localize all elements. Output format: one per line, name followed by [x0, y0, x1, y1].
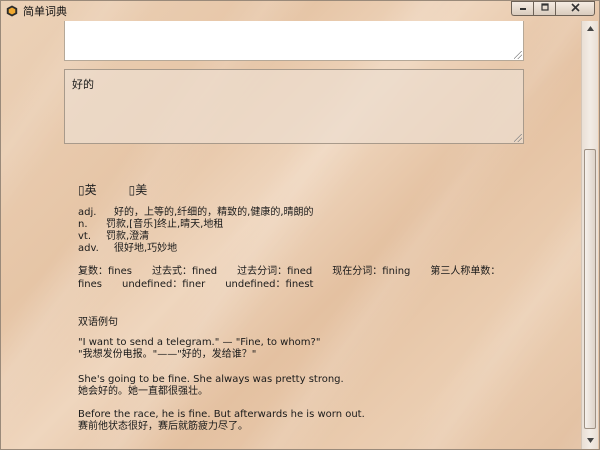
close-button[interactable] [555, 1, 595, 16]
app-window: 简单词典 好的 ▯英 ▯美 adj. 好的，上等的,纤细的，精致的,健康的,晴朗… [0, 0, 600, 450]
part-of-speech: adj. [78, 207, 97, 218]
definition-text: 很好地,巧妙地 [114, 243, 178, 254]
arrow-up-icon [586, 25, 594, 33]
definition-row: n. 罚款,[音乐]终止,晴天,地租 [78, 219, 314, 231]
part-of-speech: adv. [78, 243, 99, 254]
arrow-down-icon [586, 437, 594, 445]
example-en: She's going to be fine. She always was p… [78, 374, 344, 385]
definition-row: adv. 很好地,巧妙地 [78, 243, 314, 255]
example-item: Before the race, he is fine. But afterwa… [78, 409, 365, 433]
example-item: "I want to send a telegram." — "Fine, to… [78, 337, 320, 361]
form-comparative: undefined：finer [122, 279, 206, 290]
phonetic-uk[interactable]: ▯英 [78, 181, 97, 198]
example-en: Before the race, he is fine. But afterwa… [78, 409, 365, 420]
scrollbar-thumb[interactable] [584, 149, 596, 429]
form-third-person: 第三人称单数： [430, 266, 501, 277]
window-title: 简单词典 [23, 5, 67, 18]
definition-text: 好的，上等的,纤细的，精致的,健康的,晴朗的 [114, 207, 314, 218]
window-controls [511, 1, 595, 16]
translation-output[interactable]: 好的 [64, 69, 524, 144]
vertical-scrollbar[interactable] [581, 21, 598, 449]
part-of-speech: vt. [78, 231, 92, 242]
phonetic-uk-label: 英 [84, 183, 97, 197]
example-en: "I want to send a telegram." — "Fine, to… [78, 337, 321, 348]
scroll-down-button[interactable] [582, 433, 598, 449]
definition-text: 罚款,[音乐]终止,晴天,地租 [106, 219, 224, 230]
form-plural: 复数：fines [78, 266, 132, 277]
definition-text: 罚款,澄清 [106, 231, 150, 242]
main-content: 好的 ▯英 ▯美 adj. 好的，上等的,纤细的，精致的,健康的,晴朗的 n. … [1, 21, 582, 449]
form-present-participle: 现在分词：fining [332, 266, 411, 277]
definition-row: vt. 罚款,澄清 [78, 231, 314, 243]
example-zh: "我想发份电报。"——"好的，发给谁？" [78, 349, 257, 360]
word-forms: 复数：fines 过去式：fined 过去分词：fined 现在分词：fining 第三… [78, 265, 528, 291]
example-zh: 赛前他状态很好，赛后就筋疲力尽了。 [78, 421, 248, 432]
minimize-icon [519, 3, 527, 14]
form-past-participle: 过去分词：fined [237, 266, 313, 277]
form-past: 过去式：fined [152, 266, 218, 277]
translation-text: 好的 [72, 78, 94, 91]
resize-grip-icon[interactable] [514, 51, 522, 59]
phonetics-row: ▯英 ▯美 [78, 181, 147, 198]
example-item: She's going to be fine. She always was p… [78, 374, 344, 398]
examples-heading: 双语例句 [78, 317, 118, 328]
title-bar[interactable]: 简单词典 [1, 1, 599, 21]
example-zh: 她会好的。她一直都很强壮。 [78, 386, 208, 397]
close-icon [570, 2, 580, 15]
part-of-speech: n. [78, 219, 88, 230]
definition-row: adj. 好的，上等的,纤细的，精致的,健康的,晴朗的 [78, 207, 314, 219]
form-third-person-value: fines [78, 279, 102, 290]
scroll-up-button[interactable] [582, 21, 598, 37]
maximize-icon [540, 3, 549, 14]
dictionary-app-icon [6, 5, 18, 17]
word-input[interactable] [64, 21, 524, 61]
speaker-icon: ▯ [78, 183, 85, 197]
phonetic-us-label: 美 [135, 183, 148, 197]
resize-grip-icon[interactable] [514, 134, 522, 142]
minimize-button[interactable] [511, 1, 533, 16]
maximize-button[interactable] [533, 1, 555, 16]
phonetic-us[interactable]: ▯美 [129, 181, 148, 198]
form-superlative: undefined：finest [225, 279, 314, 290]
word-forms-row: fines undefined：finer undefined：finest [78, 278, 528, 291]
word-forms-row: 复数：fines 过去式：fined 过去分词：fined 现在分词：fining 第三… [78, 265, 528, 278]
definitions-list: adj. 好的，上等的,纤细的，精致的,健康的,晴朗的 n. 罚款,[音乐]终止… [78, 207, 314, 255]
